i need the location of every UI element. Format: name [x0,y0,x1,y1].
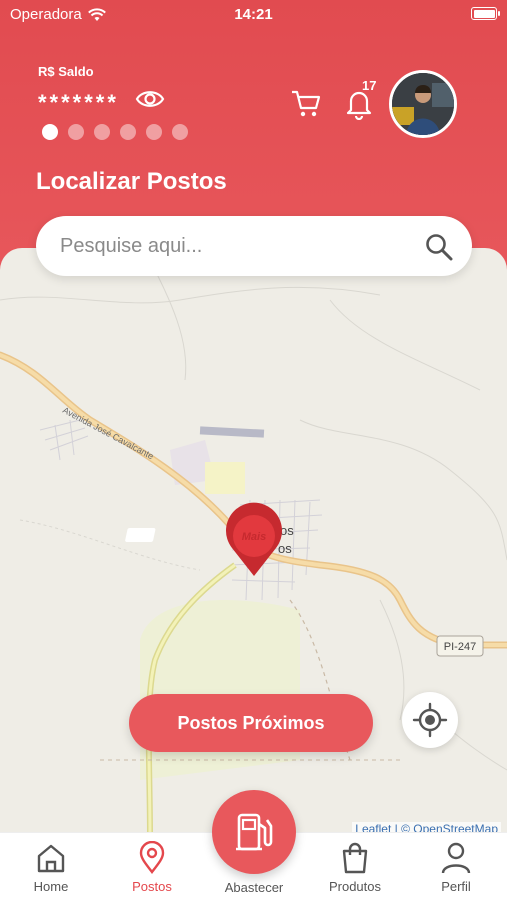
carousel-dot[interactable] [68,124,84,140]
clock: 14:21 [234,6,273,23]
nearby-stations-button[interactable]: Postos Próximos [129,694,373,752]
carousel-dots [42,124,188,140]
tab-postos[interactable]: Postos [107,841,197,894]
location-pin-icon [139,841,165,874]
carousel-dot[interactable] [120,124,136,140]
tab-produtos-label: Produtos [328,879,382,894]
cart-icon[interactable] [289,86,323,120]
tab-perfil[interactable]: Perfil [411,841,501,894]
carousel-dot[interactable] [42,124,58,140]
balance-value: ******* [38,90,119,115]
marker-brand: Mais [242,531,266,543]
page-title: Localizar Postos [36,168,227,195]
shopping-bag-icon [342,842,368,874]
tab-abastecer-label[interactable]: Abastecer [204,880,304,895]
crosshair-icon [412,702,448,738]
balance-label: R$ Saldo [38,64,94,79]
marker-logo [125,528,156,542]
search-input[interactable] [60,216,420,276]
tab-home-label: Home [33,879,69,894]
road-label: Avenida José Cavalcante [61,405,155,461]
carousel-dot[interactable] [94,124,110,140]
home-icon [37,844,65,873]
search-bar[interactable] [36,216,472,276]
tab-home[interactable]: Home [6,841,96,894]
locate-me-button[interactable] [402,692,458,748]
highway-label: PI-247 [444,641,476,653]
notification-badge: 17 [362,78,377,93]
search-icon[interactable] [424,232,454,262]
carousel-dot[interactable] [146,124,162,140]
fuel-pump-icon [236,813,273,851]
status-bar: Operadora 14:21 [0,0,507,30]
tab-produtos[interactable]: Produtos [310,841,400,894]
eye-icon[interactable] [135,86,165,112]
avatar-photo [392,73,454,135]
town-label-line-1: os [280,523,294,538]
avatar[interactable] [389,70,457,138]
user-icon [441,842,471,874]
carousel-dot[interactable] [172,124,188,140]
tab-postos-label: Postos [132,879,172,894]
town-label-line-2: os [278,541,292,556]
tab-perfil-label: Perfil [441,879,471,894]
battery-icon [471,7,500,20]
gas-station-marker[interactable]: Mais [125,502,283,576]
refuel-button[interactable] [212,790,296,874]
